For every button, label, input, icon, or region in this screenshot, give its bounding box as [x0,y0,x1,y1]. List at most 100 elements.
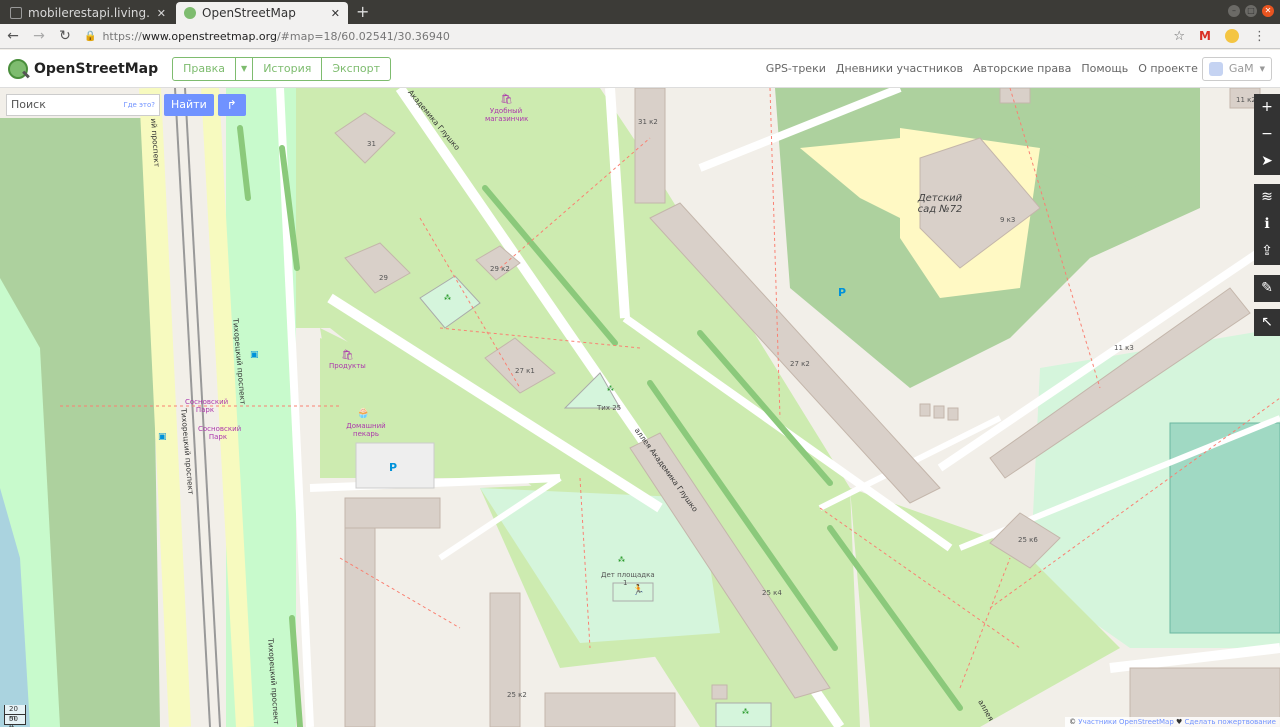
building-label: 29 к2 [490,265,510,273]
magnifier-logo-icon [8,58,28,79]
layers-icon[interactable]: ≋ [1254,184,1280,211]
history-button[interactable]: История [253,57,323,80]
map-canvas[interactable]: 31 29 29 к2 27 к1 31 к2 27 к2 9 к3 11 к3… [0,88,1280,727]
top-links: GPS-треки Дневники участников Авторские … [766,62,1198,75]
building-label: 11 к2 [1236,96,1256,104]
where-is-this-link[interactable]: Где это? [123,95,155,115]
back-icon[interactable]: ← [0,28,26,44]
shop-icon: 🛍 [500,94,513,105]
attribution: © Участники OpenStreetMap ♥ Сделать поже… [1065,717,1280,727]
poi-label-playground[interactable]: Дет площадка [601,571,655,579]
edit-group: Правка ▼ История Экспорт [172,56,392,81]
poi-label-shop[interactable]: Удобный магазинчик [485,107,528,123]
chevron-down-icon: ▼ [1259,64,1265,73]
playground-icon: ⁂ [607,385,614,393]
osm-header: OpenStreetMap Правка ▼ История Экспорт G… [0,50,1280,88]
url-field[interactable]: 🔒 https://www.openstreetmap.org/#map=18/… [84,30,1173,43]
poi-label-playground-number: 1 [623,579,628,587]
close-icon[interactable]: ✕ [157,7,166,20]
zoom-out-icon[interactable]: − [1254,121,1280,148]
building-label: 25 к6 [1018,536,1038,544]
link-help[interactable]: Помощь [1081,62,1128,75]
search-input[interactable]: Поиск Где это? [6,94,160,116]
fitness-icon: 🏃 [632,585,645,596]
contributors-link[interactable]: Участники OpenStreetMap [1078,718,1173,726]
bus-stop-icon: ▣ [250,350,259,360]
tab-openstreetmap[interactable]: OpenStreetMap ✕ [176,2,348,24]
playground-icon: ⁂ [742,708,749,716]
forward-icon[interactable]: → [26,28,52,44]
menu-icon[interactable]: ⋮ [1253,29,1266,44]
username: GaM [1228,62,1254,75]
poi-label-grocery[interactable]: Продукты [329,362,366,370]
link-diaries[interactable]: Дневники участников [836,62,963,75]
building-label: 29 [379,274,388,282]
poi-label-tih25[interactable]: Тих 25 [597,404,621,412]
tab-title: mobilerestapi.living.local [28,6,151,20]
layer-controls: ≋ ℹ ⇪ [1254,184,1280,265]
heart-icon: ♥ [1173,718,1185,726]
query-controls: ↖ [1254,309,1280,336]
scale-bar: 20 m 50 ft [4,705,26,727]
link-about[interactable]: О проекте [1138,62,1198,75]
maximize-icon[interactable]: □ [1245,5,1257,17]
scale-metric: 20 m [4,705,26,722]
copyright-text: © [1069,718,1079,726]
playground-icon: ⁂ [618,556,625,564]
search-button[interactable]: Найти [164,94,214,116]
osm-logo[interactable]: OpenStreetMap [8,58,159,79]
bookmark-star-icon[interactable]: ☆ [1173,29,1185,44]
osm-favicon-icon [184,7,196,19]
browser-tabbar: mobilerestapi.living.local ✕ OpenStreetM… [0,0,1280,24]
zoom-controls: + − ➤ [1254,94,1280,175]
search-placeholder: Поиск [11,98,46,111]
page-icon [10,7,22,19]
url-host: www.openstreetmap.org [141,29,277,43]
window-controls: – □ ✕ [1228,5,1274,17]
locate-icon[interactable]: ➤ [1254,148,1280,175]
zoom-in-icon[interactable]: + [1254,94,1280,121]
gmail-icon[interactable]: M [1199,29,1211,43]
minimize-icon[interactable]: – [1228,5,1240,17]
building-label: 25 к4 [762,589,782,597]
reload-icon[interactable]: ↻ [52,28,78,44]
park-label: Сосновский Парк [185,398,229,414]
logo-text: OpenStreetMap [34,60,159,77]
add-note-icon[interactable]: ✎ [1254,275,1280,302]
park-label: Сосновский Парк [198,425,242,441]
building-label: 27 к2 [790,360,810,368]
poi-label-kindergarten[interactable]: Детский сад №72 [915,193,965,215]
link-gps-traces[interactable]: GPS-треки [766,62,826,75]
edit-button[interactable]: Правка [173,57,237,80]
url-prefix: https:// [102,29,142,43]
window-close-icon[interactable]: ✕ [1262,5,1274,17]
building-label: 25 к2 [507,691,527,699]
lock-icon: 🔒 [84,30,97,42]
export-button[interactable]: Экспорт [322,58,390,80]
share-icon[interactable]: ⇪ [1254,238,1280,265]
new-tab-button[interactable]: + [356,2,369,24]
link-copyright[interactable]: Авторские права [973,62,1071,75]
note-controls: ✎ [1254,275,1280,302]
close-icon[interactable]: ✕ [331,7,340,20]
avatar [1208,61,1223,76]
tab-mobilerestapi[interactable]: mobilerestapi.living.local ✕ [2,2,174,24]
building-label: 11 к3 [1114,344,1134,352]
poi-label-bakery[interactable]: Домашний пекарь [346,422,386,438]
bus-stop-icon: ▣ [158,432,167,442]
search-panel: Поиск Где это? Найти ↱ [6,94,246,116]
user-menu[interactable]: GaM ▼ [1201,56,1272,81]
url-path: /#map=18/60.02541/30.36940 [276,29,450,43]
tab-title: OpenStreetMap [202,6,296,20]
donate-link[interactable]: Сделать пожертвование [1185,718,1276,726]
playground-icon: ⁂ [444,294,451,302]
directions-icon[interactable]: ↱ [217,94,246,116]
building-label: 31 к2 [638,118,658,126]
chevron-down-icon[interactable]: ▼ [236,57,254,80]
parking-icon: P [838,286,847,299]
building-label: 31 [367,140,376,148]
extension-emoji-icon[interactable] [1225,29,1239,43]
bakery-icon: 🧁 [357,408,370,419]
info-icon[interactable]: ℹ [1254,211,1280,238]
query-features-icon[interactable]: ↖ [1254,309,1280,336]
